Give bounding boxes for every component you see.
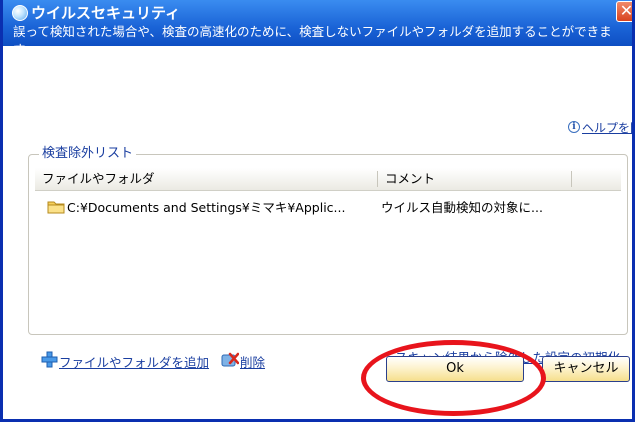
help-link[interactable]: ヘルプを開く — [582, 119, 632, 136]
row-path: C:¥Documents and Settings¥ミマキ¥Applic... — [67, 200, 346, 215]
window-title: ウイルスセキュリティ — [31, 4, 181, 22]
column-separator[interactable] — [571, 171, 572, 187]
virus-security-dialog: ウイルスセキュリティ ✕ 誤って検知された場合や、検査の高速化のために、検査しな… — [0, 0, 635, 422]
list-item[interactable]: C:¥Documents and Settings¥ミマキ¥Applic... … — [35, 198, 621, 220]
description-text: 誤って検知された場合や、検査の高速化のために、検査しないファイルやフォルダを追加… — [13, 24, 612, 57]
folder-icon — [47, 201, 65, 214]
highlight-circle — [361, 340, 546, 416]
cancel-button[interactable]: キャンセル — [542, 356, 630, 382]
column-separator[interactable] — [377, 171, 378, 187]
exclusion-list[interactable]: ファイルやフォルダ コメント C:¥Documents and Settings… — [35, 168, 621, 331]
delete-link[interactable]: 削除 — [240, 352, 265, 371]
column-header-comment[interactable]: コメント — [385, 168, 435, 190]
add-file-folder-link[interactable]: ファイルやフォルダを追加 — [59, 352, 209, 371]
exclusion-list-label: 検査除外リスト — [39, 146, 137, 162]
row-comment: ウイルス自動検知の対象に... — [381, 200, 543, 215]
add-plus-icon[interactable] — [41, 351, 58, 368]
title-bar: ウイルスセキュリティ ✕ 誤って検知された場合や、検査の高速化のために、検査しな… — [3, 0, 632, 57]
info-icon[interactable]: i — [568, 121, 580, 133]
app-icon — [12, 5, 28, 21]
list-header: ファイルやフォルダ コメント — [35, 168, 621, 191]
delete-icon[interactable] — [221, 350, 239, 368]
column-header-file-folder[interactable]: ファイルやフォルダ — [42, 168, 155, 190]
close-button[interactable]: ✕ — [616, 1, 632, 22]
